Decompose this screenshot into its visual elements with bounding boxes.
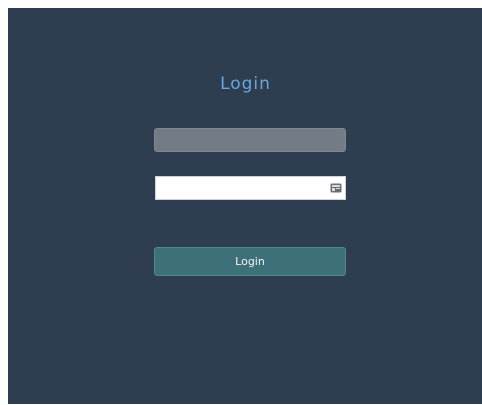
login-panel: Login Login — [8, 8, 482, 404]
key-icon[interactable] — [330, 183, 342, 193]
password-input[interactable] — [155, 176, 346, 200]
login-button[interactable]: Login — [154, 247, 346, 276]
username-input[interactable] — [154, 128, 346, 152]
login-title: Login — [220, 74, 271, 94]
